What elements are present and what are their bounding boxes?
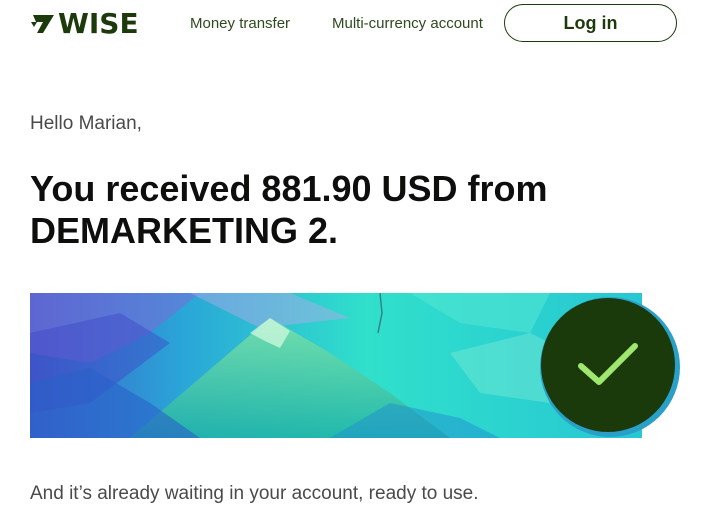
- nav-multi-currency-account[interactable]: Multi-currency account: [332, 15, 483, 33]
- wise-logo[interactable]: WISE: [30, 8, 139, 40]
- logo-text: WISE: [58, 7, 139, 40]
- header: WISE Money transfer Multi-currency accou…: [0, 0, 718, 48]
- nav-money-transfer[interactable]: Money transfer: [190, 15, 290, 33]
- check-icon: [578, 343, 638, 385]
- wise-flag-icon: [31, 15, 54, 33]
- login-button[interactable]: Log in: [504, 4, 677, 42]
- success-badge: [541, 298, 675, 432]
- greeting: Hello Marian,: [30, 113, 142, 134]
- headline: You received 881.90 USD from DEMARKETING…: [30, 168, 548, 251]
- body-text: And it’s already waiting in your account…: [30, 483, 479, 504]
- email-page: WISE Money transfer Multi-currency accou…: [0, 0, 718, 521]
